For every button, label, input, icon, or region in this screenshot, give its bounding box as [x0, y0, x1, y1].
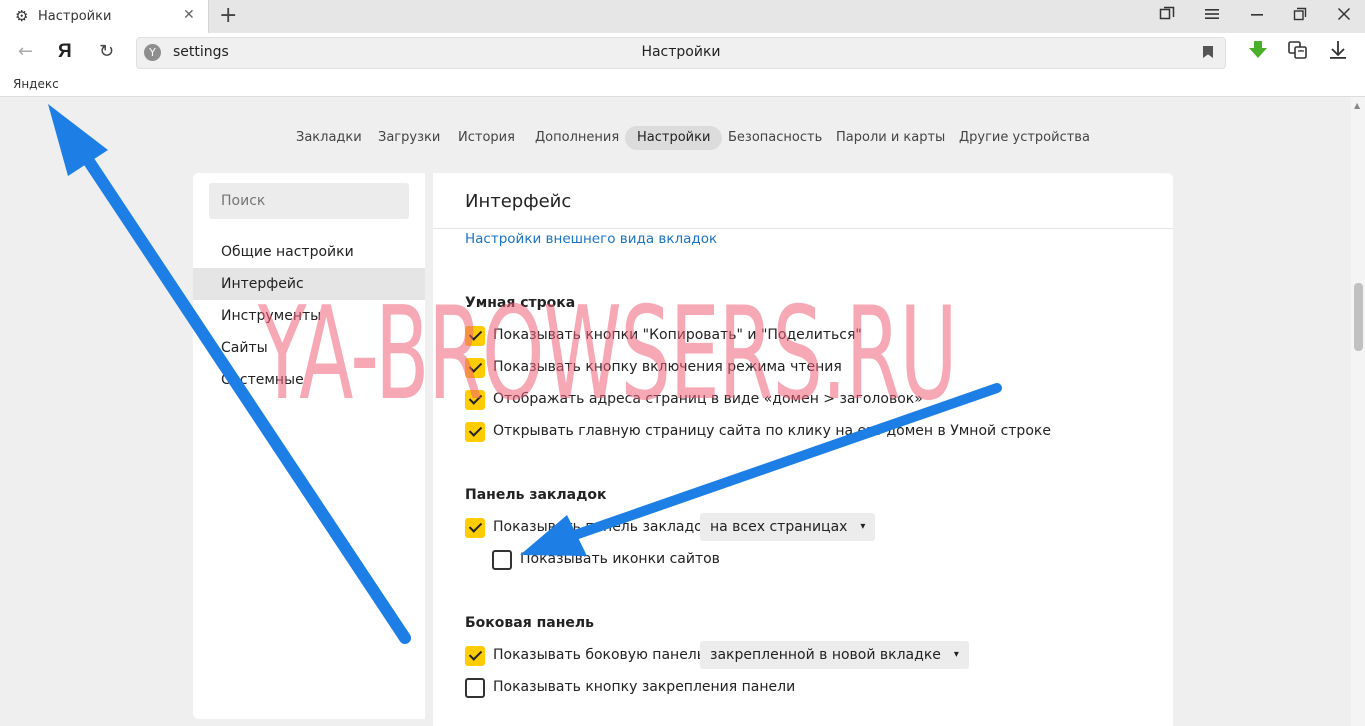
checkbox-reading-mode[interactable] — [465, 358, 485, 378]
tab-title: Настройки — [38, 9, 112, 24]
checkbox-show-side-panel[interactable] — [465, 646, 485, 666]
scrollbar-thumb[interactable] — [1354, 283, 1363, 351]
nav-downloads[interactable]: Загрузки — [378, 126, 440, 150]
bookmark-item-yandex[interactable]: Яндекс — [13, 77, 59, 91]
url-text[interactable]: settings — [173, 44, 229, 60]
sidebar-item-sites[interactable]: Сайты — [193, 332, 425, 364]
checkbox-open-homepage[interactable] — [465, 422, 485, 442]
gear-icon: ⚙ — [15, 7, 29, 25]
sidebar-item-general[interactable]: Общие настройки — [193, 236, 425, 268]
scrollbar[interactable]: ▲ — [1351, 97, 1365, 726]
menu-icon[interactable] — [1200, 6, 1224, 28]
download-extension-icon[interactable] — [1247, 39, 1269, 66]
tab-settings[interactable]: ⚙ Настройки ✕ — [0, 0, 209, 33]
header-divider — [433, 228, 1173, 229]
option-label: Отображать адреса страниц в виде «домен … — [493, 391, 923, 407]
nav-history[interactable]: История — [458, 126, 515, 150]
checkbox-domain-title[interactable] — [465, 390, 485, 410]
nav-passwords[interactable]: Пароли и карты — [836, 126, 945, 150]
checkbox-copy-share[interactable] — [465, 326, 485, 346]
reload-icon[interactable]: ↻ — [99, 41, 114, 63]
settings-sidebar: Общие настройки Интерфейс Инструменты Са… — [193, 173, 425, 719]
side-panel-title: Боковая панель — [465, 615, 594, 631]
sidebar-item-interface[interactable]: Интерфейс — [193, 268, 425, 300]
close-window-icon[interactable] — [1332, 6, 1356, 28]
section-header: Интерфейс — [465, 191, 572, 212]
option-label: Показывать кнопку включения режима чтени… — [493, 359, 842, 375]
settings-search-input[interactable] — [209, 183, 409, 219]
back-arrow-icon[interactable]: ← — [18, 41, 33, 63]
checkbox-show-site-icons[interactable] — [492, 550, 512, 570]
dropdown-value: закрепленной в новой вкладке — [710, 647, 941, 663]
scroll-up-icon[interactable]: ▲ — [1354, 101, 1360, 110]
checkbox-show-bookmarks-panel[interactable] — [465, 518, 485, 538]
address-bar[interactable]: Настройки Y settings — [136, 37, 1226, 69]
page-title: Настройки — [641, 44, 721, 60]
close-tab-icon[interactable]: ✕ — [183, 7, 195, 23]
nav-settings[interactable]: Настройки — [625, 126, 723, 150]
bookmarks-bar: Яндекс — [0, 73, 1365, 97]
settings-nav: Закладки Загрузки История Дополнения Нас… — [0, 126, 1365, 150]
minimize-icon[interactable] — [1245, 6, 1269, 28]
option-label: Показывать кнопку закрепления панели — [493, 679, 796, 695]
nav-extensions[interactable]: Дополнения — [535, 126, 619, 150]
restore-icon[interactable] — [1288, 6, 1312, 28]
toolbar: ← Я ↻ Настройки Y settings — [0, 33, 1365, 73]
side-panel-dropdown[interactable]: закрепленной в новой вкладке ▾ — [700, 641, 969, 669]
tabs-manager-icon[interactable] — [1155, 6, 1179, 28]
bookmarks-panel-title: Панель закладок — [465, 487, 607, 503]
chevron-down-icon: ▾ — [860, 521, 866, 532]
smart-line-title: Умная строка — [465, 295, 576, 311]
checkbox-pin-panel-button[interactable] — [465, 678, 485, 698]
new-tab-button[interactable]: + — [219, 2, 237, 30]
downloads-icon[interactable] — [1328, 39, 1348, 66]
sidebar-item-system[interactable]: Системные — [193, 364, 425, 396]
option-label: Открывать главную страницу сайта по клик… — [493, 423, 1051, 439]
option-label: Показывать боковую панель — [493, 647, 706, 663]
option-label: Показывать панель закладок — [493, 519, 712, 535]
bookmarks-panel-dropdown[interactable]: на всех страницах ▾ — [700, 513, 876, 541]
nav-bookmarks[interactable]: Закладки — [296, 126, 362, 150]
sidebar-item-tools[interactable]: Инструменты — [193, 300, 425, 332]
tabs-appearance-link[interactable]: Настройки внешнего вида вкладок — [465, 231, 717, 247]
nav-other-devices[interactable]: Другие устройства — [959, 126, 1090, 150]
option-label: Показывать кнопки "Копировать" и "Подели… — [493, 327, 862, 343]
settings-main-panel: Интерфейс Настройки внешнего вида вкладо… — [433, 173, 1173, 726]
tab-strip: ⚙ Настройки ✕ + — [0, 0, 1365, 33]
translate-extension-icon[interactable] — [1287, 39, 1309, 66]
dropdown-value: на всех страницах — [710, 519, 848, 535]
yandex-favicon-icon: Y — [144, 44, 161, 61]
chevron-down-icon: ▾ — [953, 649, 959, 660]
yandex-logo-button[interactable]: Я — [58, 41, 72, 63]
nav-security[interactable]: Безопасность — [728, 126, 822, 150]
option-label: Показывать иконки сайтов — [520, 551, 720, 567]
